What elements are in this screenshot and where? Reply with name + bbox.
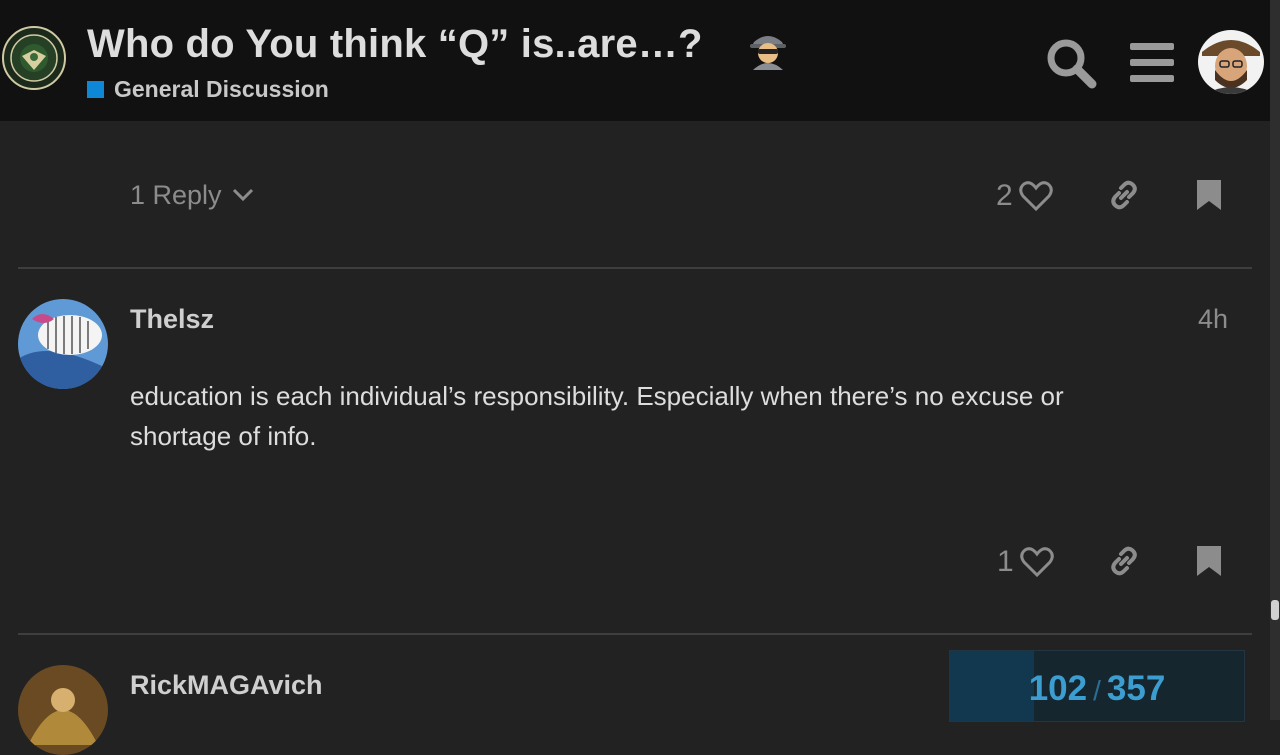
category-badge[interactable]: General Discussion: [87, 75, 329, 103]
post-username[interactable]: Thelsz: [130, 304, 214, 335]
heart-icon[interactable]: [1019, 546, 1054, 578]
topic-title[interactable]: Who do You think “Q” is..are…?: [87, 22, 703, 67]
post-divider: [18, 633, 1252, 635]
chevron-down-icon: [232, 188, 253, 202]
link-icon[interactable]: [1107, 544, 1141, 578]
progress-counter: 102/357: [950, 669, 1244, 709]
hamburger-menu-icon[interactable]: [1124, 36, 1178, 90]
like-count[interactable]: 1: [997, 545, 1014, 579]
post-username[interactable]: RickMAGAvich: [130, 670, 323, 701]
page-scrollbar[interactable]: [1270, 0, 1280, 720]
replies-toggle-button[interactable]: 1 Reply: [130, 178, 254, 212]
site-logo[interactable]: [2, 26, 66, 90]
scrollbar-thumb[interactable]: [1271, 600, 1279, 620]
post-body: education is each individual’s responsib…: [130, 381, 1064, 451]
like-count[interactable]: 2: [996, 179, 1013, 213]
category-color-swatch: [87, 80, 104, 98]
user-avatar[interactable]: [18, 665, 108, 755]
search-icon[interactable]: [1044, 36, 1098, 90]
progress-separator: /: [1093, 675, 1101, 706]
link-icon[interactable]: [1107, 178, 1141, 212]
progress-total: 357: [1106, 669, 1166, 708]
heart-icon[interactable]: [1018, 180, 1053, 212]
post-timestamp[interactable]: 4h: [1198, 304, 1228, 335]
post-actions: 2: [996, 176, 1053, 216]
spy-emoji-icon: [750, 36, 786, 70]
progress-current: 102: [1028, 669, 1088, 708]
category-name: General Discussion: [114, 75, 329, 102]
topic-progress-button[interactable]: 102/357: [949, 650, 1245, 722]
bookmark-icon[interactable]: [1196, 179, 1222, 211]
replies-label: 1 Reply: [130, 179, 222, 210]
current-user-avatar[interactable]: [1198, 30, 1264, 94]
site-header: Who do You think “Q” is..are…? General D…: [0, 0, 1270, 121]
user-avatar[interactable]: [18, 299, 108, 389]
post-divider: [18, 267, 1252, 269]
bookmark-icon[interactable]: [1196, 545, 1222, 577]
post-actions: 1: [997, 542, 1054, 582]
